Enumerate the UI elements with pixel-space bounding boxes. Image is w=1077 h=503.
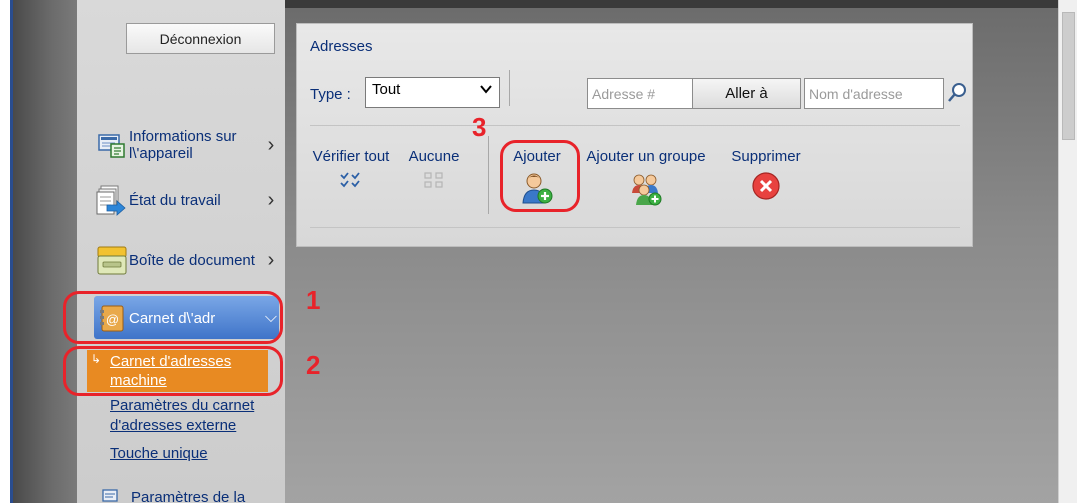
chevron-right-icon: ›	[267, 133, 275, 156]
sidebar-item-label: État du travail	[129, 191, 221, 209]
none-label: Aucune	[408, 148, 460, 165]
sub-item-line2: d'adresses externe	[110, 417, 237, 434]
callout-number-3: 3	[472, 112, 487, 142]
sub-item-external-address-book-settings[interactable]: Paramètres du carnet d'adresses externe	[110, 396, 254, 436]
add-group-button[interactable]: Ajouter un groupe	[581, 148, 711, 207]
chevron-right-icon: ›	[267, 248, 275, 271]
callout-highlight-address-book	[63, 291, 283, 344]
search-icon[interactable]	[947, 82, 967, 109]
sidebar-item-settings[interactable]: Paramètres de la	[95, 482, 279, 503]
scrollbar-thumb[interactable]	[1062, 12, 1075, 140]
delete-label: Supprimer	[731, 148, 801, 165]
sub-item-one-touch[interactable]: Touche unique	[110, 445, 208, 462]
sidebar-item-job-status[interactable]: État du travail ›	[95, 180, 279, 220]
job-status-icon	[95, 183, 129, 217]
toolbar-divider	[310, 125, 960, 126]
callout-number-2: 2	[306, 350, 321, 380]
screen: Déconnexion Informations sur l\'appareil	[0, 0, 1077, 503]
delete-icon	[721, 171, 811, 201]
none-button[interactable]: Aucune	[404, 148, 464, 189]
top-background-strip	[285, 0, 1058, 8]
settings-icon	[99, 480, 121, 503]
add-group-label: Ajouter un groupe	[586, 148, 706, 165]
sidebar-item-document-box[interactable]: Boîte de document ›	[95, 240, 279, 280]
sidebar-item-label: Paramètres de la	[131, 488, 246, 503]
delete-button[interactable]: Supprimer	[721, 148, 811, 201]
window-edge	[0, 0, 10, 503]
type-select[interactable]: Tout	[365, 77, 500, 108]
addresses-panel: Adresses Type : Tout Adresse # Aller à N…	[296, 23, 973, 247]
sidebar-item-label: Boîte de document	[129, 251, 255, 269]
vertical-scrollbar[interactable]	[1058, 0, 1077, 503]
sidebar-item-label: Informations sur l\'appareil	[129, 128, 263, 162]
check-all-label: Vérifier tout	[312, 148, 390, 165]
check-all-button[interactable]: Vérifier tout	[310, 148, 392, 189]
add-group-icon	[581, 171, 711, 207]
chevron-right-icon: ›	[267, 188, 275, 211]
type-select-value: Tout	[372, 81, 401, 98]
actions-separator	[488, 136, 489, 214]
device-info-icon	[95, 128, 129, 162]
callout-highlight-add-button	[500, 140, 580, 212]
address-number-input[interactable]: Adresse #	[587, 78, 693, 109]
document-box-icon	[95, 243, 129, 277]
callout-number-1: 1	[306, 285, 321, 315]
toolbar-separator	[509, 70, 510, 106]
go-button[interactable]: Aller à	[692, 78, 801, 109]
check-all-icon	[310, 171, 392, 189]
address-name-input[interactable]: Nom d'adresse	[804, 78, 944, 109]
left-background-strip	[13, 0, 77, 503]
logout-button[interactable]: Déconnexion	[126, 23, 275, 54]
chevron-down-icon	[479, 82, 493, 101]
panel-title: Adresses	[310, 38, 373, 55]
callout-highlight-machine-address-book	[63, 346, 283, 396]
sidebar-item-label-line2: l\'appareil	[129, 145, 193, 162]
sidebar-item-device-info[interactable]: Informations sur l\'appareil ›	[95, 125, 279, 165]
sidebar: Déconnexion Informations sur l\'appareil	[77, 0, 285, 503]
panel-bottom-divider	[310, 227, 960, 228]
sub-item-line1: Paramètres du carnet	[110, 397, 255, 414]
sidebar-item-label-line1: Informations sur	[129, 128, 237, 145]
uncheck-all-icon	[404, 171, 464, 189]
type-label: Type :	[310, 86, 351, 103]
sub-item-line1: Touche unique	[110, 445, 208, 462]
